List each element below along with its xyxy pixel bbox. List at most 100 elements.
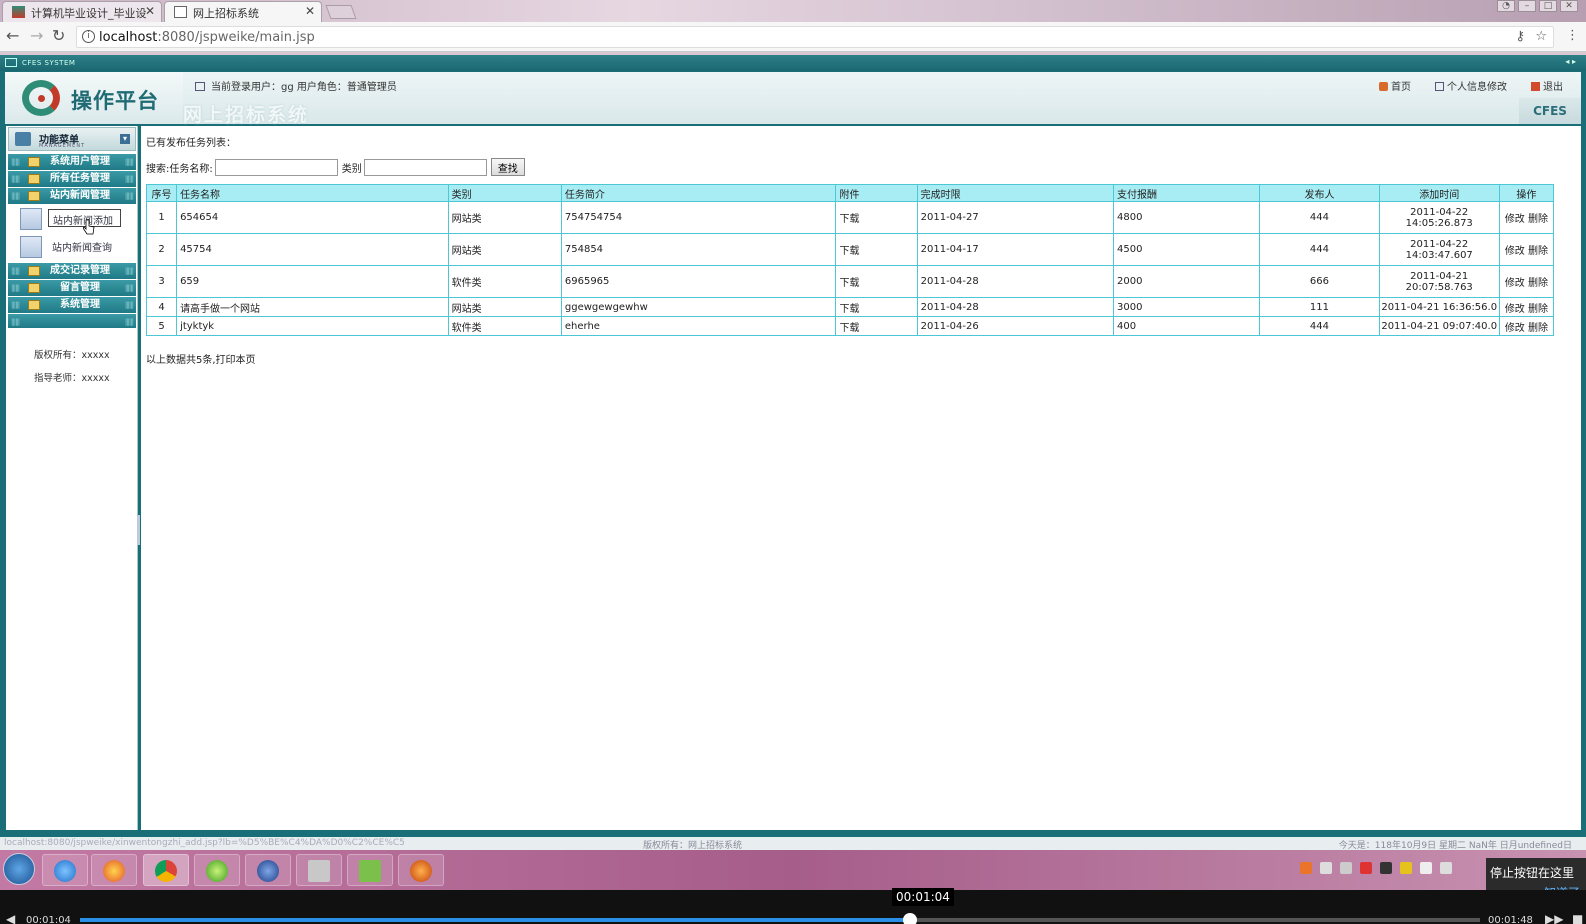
nav-arrows-icon[interactable]: ◂ ▸ [1565, 57, 1576, 66]
edit-link[interactable]: 修改 [1505, 246, 1525, 257]
sidebar-item-messages[interactable]: 留言管理 [8, 280, 136, 296]
browser-tab[interactable]: 计算机毕业设计_毕业设计 ✕ [2, 1, 162, 36]
delete-link[interactable]: 删除 [1528, 304, 1548, 315]
close-tab-icon[interactable]: ✕ [145, 4, 155, 18]
cell-actions: 修改 删除 [1498, 233, 1555, 266]
ie-taskbar-button[interactable] [42, 854, 88, 886]
tray-icon[interactable] [1300, 862, 1312, 874]
submenu-news-query[interactable]: 站内新闻查询 [20, 235, 130, 259]
bookmark-star-icon[interactable]: ☆ [1535, 29, 1547, 44]
tray-icon[interactable] [1420, 862, 1432, 874]
sidebar-item-transactions[interactable]: 成交记录管理 [8, 263, 136, 279]
seek-handle[interactable] [903, 913, 918, 924]
minimize-icon[interactable]: – [1518, 0, 1536, 12]
app-taskbar-button[interactable] [398, 854, 444, 886]
col-header: 任务名称 [176, 184, 449, 202]
cell-actions: 修改 删除 [1498, 316, 1555, 336]
platform-title: 操作平台 [71, 88, 159, 113]
delete-link[interactable]: 删除 [1528, 323, 1548, 334]
delete-link[interactable]: 删除 [1528, 246, 1548, 257]
maximize-icon[interactable]: □ [1539, 0, 1557, 12]
info-icon[interactable]: i [82, 30, 95, 43]
seek-progress [80, 918, 911, 922]
previous-icon[interactable]: ◀ [6, 912, 15, 924]
home-link[interactable]: 首页 [1379, 78, 1411, 93]
cell-category: 软件类 [447, 316, 562, 336]
collapse-icon[interactable]: ▾ [120, 134, 130, 144]
page-favicon-icon [174, 6, 187, 18]
menu-item-icon [28, 191, 40, 201]
stop-icon[interactable]: ■ [1572, 912, 1583, 924]
user-icon[interactable]: ◔ [1497, 0, 1515, 12]
sidebar-item-system[interactable]: 系统管理 [8, 297, 136, 313]
start-button-icon[interactable] [3, 853, 35, 885]
panel-splitter[interactable] [137, 515, 140, 545]
print-page-link[interactable]: 以上数据共5条,打印本页 [146, 355, 256, 366]
app-taskbar-button[interactable] [194, 854, 240, 886]
edit-link[interactable]: 修改 [1505, 278, 1525, 289]
seek-bar[interactable] [80, 913, 1480, 924]
edit-link[interactable]: 修改 [1505, 323, 1525, 334]
new-tab-button[interactable] [325, 5, 357, 19]
app-taskbar-button[interactable] [91, 854, 137, 886]
download-link[interactable]: 下载 [835, 316, 918, 336]
app-taskbar-button[interactable] [296, 854, 342, 886]
close-icon[interactable]: ✕ [1560, 0, 1578, 12]
logo-mark-icon [22, 80, 60, 116]
back-icon[interactable]: ← [6, 28, 19, 44]
sidebar-item-system-users[interactable]: 系统用户管理 [8, 154, 136, 170]
forward-icon[interactable]: → [30, 28, 43, 44]
close-tab-icon[interactable]: ✕ [305, 4, 315, 18]
home-icon [1379, 82, 1388, 91]
reload-icon[interactable]: ↻ [52, 28, 65, 44]
sidebar-copyright: 版权所有：xxxxx [34, 350, 110, 361]
key-icon[interactable]: ⚷ [1515, 29, 1525, 44]
sidebar-item-news[interactable]: 站内新闻管理 [8, 188, 136, 204]
next-icon[interactable]: ▶▶ [1545, 912, 1563, 924]
system-name: CFES SYSTEM [22, 59, 76, 67]
task-name-input[interactable] [214, 158, 338, 176]
delete-link[interactable]: 删除 [1528, 214, 1548, 225]
app-taskbar-button[interactable] [245, 854, 291, 886]
table-row: 3 659 软件类 6965965 下载 2011-04-28 2000 666… [145, 265, 1555, 298]
tray-icon[interactable] [1360, 862, 1372, 874]
cell-actions: 修改 删除 [1498, 265, 1555, 298]
download-link[interactable]: 下载 [835, 265, 918, 298]
app-taskbar-button[interactable] [347, 854, 393, 886]
download-link[interactable]: 下载 [835, 233, 918, 266]
col-header: 发布人 [1259, 184, 1380, 202]
system-tray [1300, 862, 1452, 874]
volume-icon[interactable] [1440, 862, 1452, 874]
download-link[interactable]: 下载 [835, 201, 918, 234]
download-link[interactable]: 下载 [835, 297, 918, 317]
tray-icon[interactable] [1400, 862, 1412, 874]
delete-link[interactable]: 删除 [1528, 278, 1548, 289]
url-field[interactable]: i localhost:8080/jspweike/main.jsp ⚷ ☆ [76, 26, 1554, 48]
browser-tab-active[interactable]: 网上招标系统 ✕ [164, 1, 322, 22]
tools-icon [308, 860, 330, 882]
submenu-news-add[interactable]: 站内新闻添加 [20, 207, 130, 231]
cell-publisher: 666 [1259, 265, 1380, 298]
search-button[interactable]: 查找 [490, 158, 525, 176]
status-url: localhost:8080/jspweike/xinwentongzhi_ad… [4, 838, 405, 848]
col-header: 附件 [835, 184, 918, 202]
logout-link[interactable]: 退出 [1531, 78, 1563, 93]
submenu-label[interactable]: 站内新闻查询 [48, 237, 116, 255]
sidebar-subtitle: MANAGEMENT [39, 143, 86, 149]
sidebar-item-all-tasks[interactable]: 所有任务管理 [8, 171, 136, 187]
cell-publisher: 444 [1259, 316, 1380, 336]
profile-link[interactable]: 个人信息修改 [1435, 78, 1507, 93]
tray-icon[interactable] [1340, 862, 1352, 874]
cell-deadline: 2011-04-17 [916, 233, 1115, 266]
sidebar-menu-end [8, 314, 136, 330]
table-row: 5 jtyktyk 软件类 eherhe 下载 2011-04-26 400 4… [145, 316, 1555, 336]
edit-link[interactable]: 修改 [1505, 304, 1525, 315]
tray-icon[interactable] [1320, 862, 1332, 874]
chrome-taskbar-button[interactable] [143, 854, 189, 886]
category-input[interactable] [363, 158, 487, 176]
edit-link[interactable]: 修改 [1505, 214, 1525, 225]
task-table: 序号 任务名称 类别 任务简介 附件 完成时限 支付报酬 发布人 添加时间 操作… [145, 184, 1555, 336]
tray-icon[interactable] [1380, 862, 1392, 874]
system-bar: CFES SYSTEM ◂ ▸ [0, 55, 1586, 71]
menu-icon[interactable]: ⋮ [1566, 28, 1579, 44]
